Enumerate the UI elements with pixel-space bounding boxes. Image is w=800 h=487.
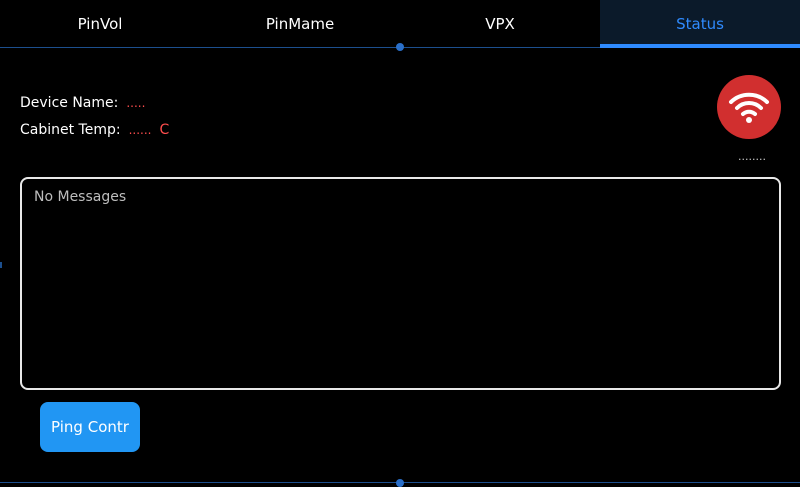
tab-pinmame[interactable]: PinMame (200, 0, 400, 47)
tab-pinvol[interactable]: PinVol (0, 0, 200, 47)
cabinet-temp-label: Cabinet Temp: (20, 122, 121, 138)
bottom-indicator-dot (396, 479, 404, 487)
wifi-icon (729, 92, 769, 123)
edge-marker (0, 262, 2, 268)
ping-controller-button[interactable]: Ping Contr (40, 402, 140, 452)
messages-box: No Messages (20, 177, 781, 390)
cabinet-temp-row: Cabinet Temp:...... C (20, 122, 169, 138)
device-name-value: ..... (126, 96, 146, 110)
tab-bar: PinVol PinMame VPX Status (0, 0, 800, 48)
wifi-status-button[interactable] (717, 75, 781, 139)
device-name-label: Device Name: (20, 95, 119, 111)
tab-status[interactable]: Status (600, 0, 800, 48)
tab-vpx[interactable]: VPX (400, 0, 600, 47)
device-name-row: Device Name:..... (20, 95, 145, 111)
wifi-status-text: ........ (738, 150, 766, 163)
cabinet-temp-unit: C (159, 122, 170, 138)
cabinet-temp-value: ...... (128, 123, 152, 137)
messages-text: No Messages (34, 189, 127, 205)
tab-indicator-dot (396, 43, 404, 51)
